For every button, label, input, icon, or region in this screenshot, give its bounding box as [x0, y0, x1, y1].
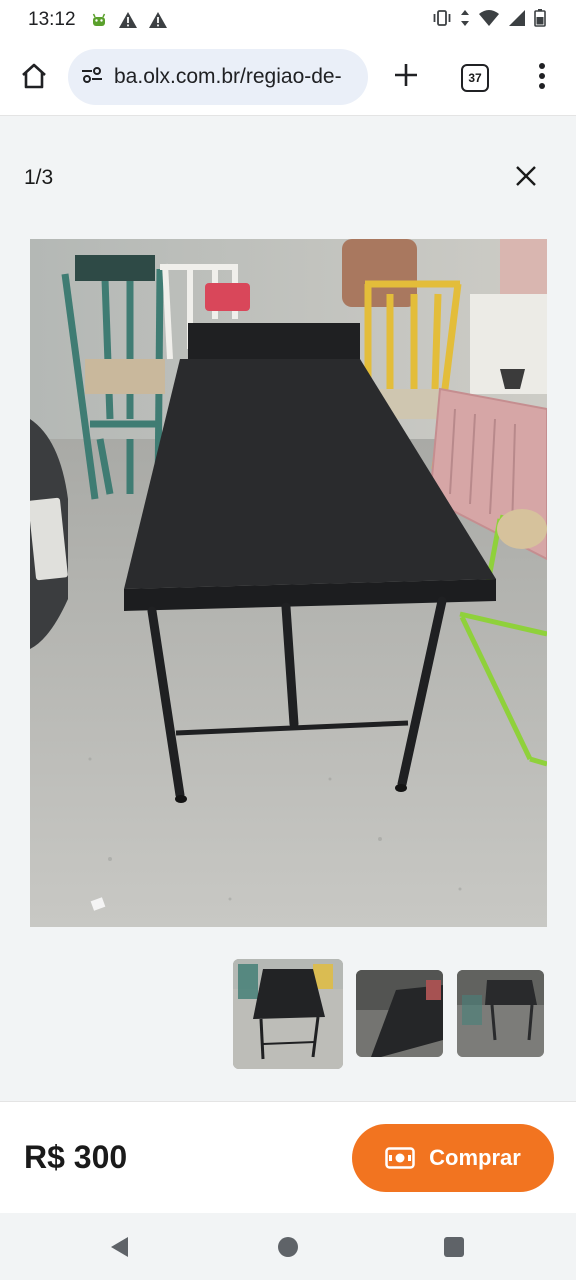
buy-button-label: Comprar	[429, 1145, 521, 1170]
data-arrows-icon	[460, 9, 470, 33]
battery-icon	[534, 9, 546, 33]
browser-menu-button[interactable]	[526, 60, 558, 96]
url-text: ba.olx.com.br/regiao-de-	[114, 65, 342, 88]
thumbnail-2[interactable]	[356, 970, 443, 1057]
thumbnail-1[interactable]	[233, 959, 343, 1069]
close-gallery-button[interactable]	[510, 162, 542, 194]
thumbnail-3[interactable]	[457, 970, 544, 1057]
product-photo[interactable]	[30, 239, 547, 927]
tabs-button[interactable]: 37	[461, 64, 489, 92]
status-time: 13:12	[28, 9, 76, 30]
recents-icon[interactable]	[444, 1237, 464, 1257]
warning-icon	[148, 11, 168, 29]
vibrate-icon	[432, 9, 452, 33]
status-bar: 13:12	[0, 0, 576, 40]
tab-count: 37	[468, 71, 482, 85]
home-icon	[19, 61, 49, 96]
browser-toolbar: ba.olx.com.br/regiao-de- 37	[0, 40, 576, 116]
warning-icon	[118, 11, 138, 29]
wifi-icon	[478, 9, 500, 33]
plus-icon	[393, 62, 419, 93]
close-icon	[514, 164, 538, 193]
system-navigation-bar	[0, 1213, 576, 1280]
home-circle-icon[interactable]	[278, 1237, 298, 1257]
new-tab-button[interactable]	[388, 59, 424, 95]
android-debug-icon	[90, 11, 108, 29]
signal-icon	[508, 9, 526, 33]
site-settings-icon[interactable]	[80, 65, 104, 90]
money-icon	[385, 1147, 415, 1169]
status-indicators	[432, 9, 546, 33]
price-bar: R$ 300 Comprar	[0, 1101, 576, 1213]
image-counter: 1/3	[24, 166, 54, 189]
home-button[interactable]	[16, 60, 52, 96]
listing-price: R$ 300	[24, 1139, 128, 1175]
kebab-menu-icon	[538, 62, 546, 94]
back-icon[interactable]	[108, 1235, 132, 1264]
url-bar[interactable]: ba.olx.com.br/regiao-de-	[68, 49, 368, 105]
buy-button[interactable]: Comprar	[352, 1124, 554, 1192]
